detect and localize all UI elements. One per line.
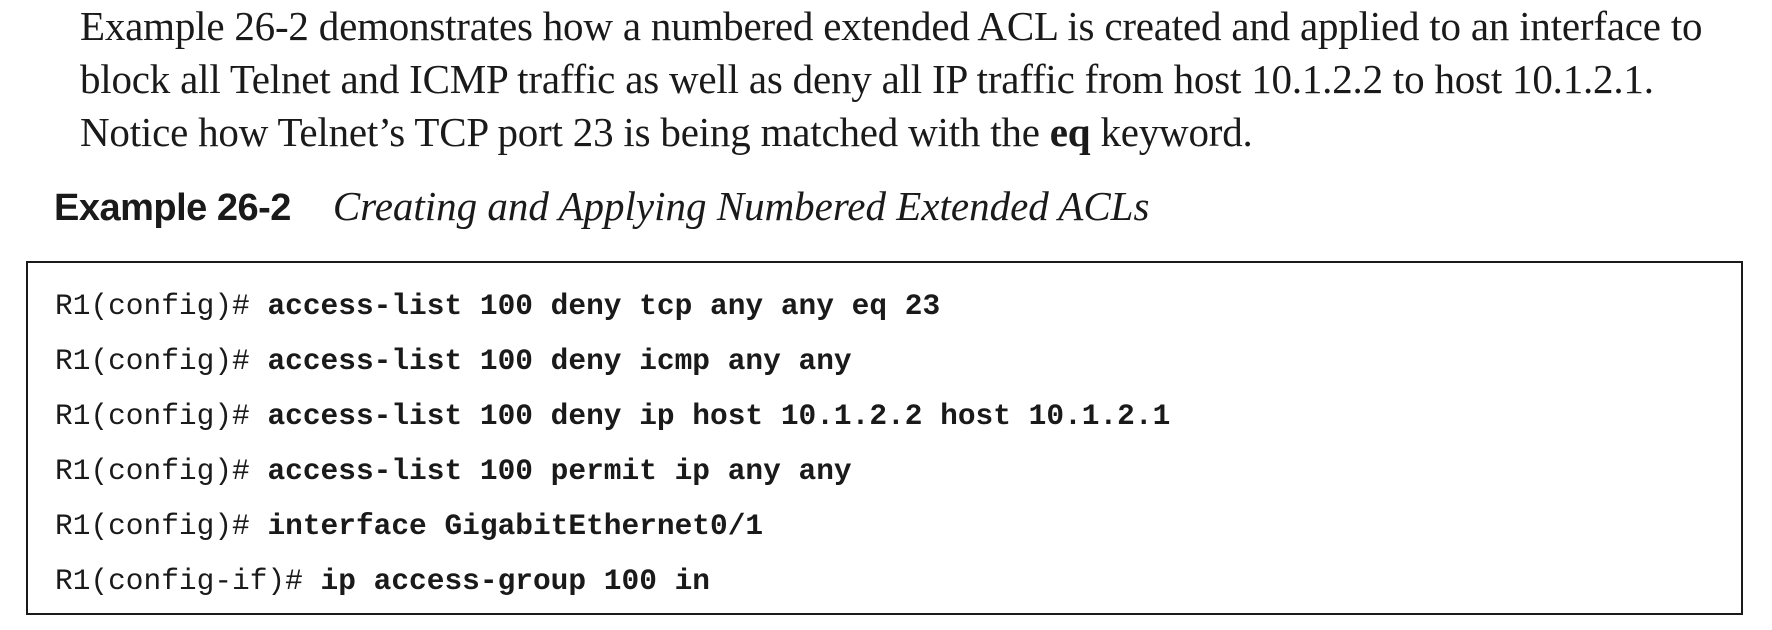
cli-command: access-list 100 deny icmp any any xyxy=(267,344,852,378)
code-line: R1(config)# access-list 100 permit ip an… xyxy=(55,444,1170,499)
cli-command: access-list 100 deny tcp any any eq 23 xyxy=(267,289,941,323)
cli-prompt: R1(config)# xyxy=(55,289,268,323)
code-block: R1(config)# access-list 100 deny tcp any… xyxy=(26,261,1743,615)
cli-prompt: R1(config)# xyxy=(55,454,268,488)
intro-text: Example 26-2 demonstrates how a numbered… xyxy=(80,3,1703,155)
intro-text-end: keyword. xyxy=(1090,109,1253,155)
cli-prompt: R1(config)# xyxy=(55,344,268,378)
example-title: Creating and Applying Numbered Extended … xyxy=(332,183,1150,229)
code-lines: R1(config)# access-list 100 deny tcp any… xyxy=(55,279,1170,609)
code-line: R1(config)# access-list 100 deny tcp any… xyxy=(55,279,1170,334)
intro-paragraph: Example 26-2 demonstrates how a numbered… xyxy=(80,0,1770,159)
cli-command: interface GigabitEthernet0/1 xyxy=(267,509,764,543)
code-line: R1(config)# access-list 100 deny ip host… xyxy=(55,389,1170,444)
cli-command: ip access-group 100 in xyxy=(320,564,711,598)
intro-keyword: eq xyxy=(1049,109,1091,155)
cli-command: access-list 100 permit ip any any xyxy=(267,454,852,488)
cli-prompt: R1(config)# xyxy=(55,399,268,433)
code-line: R1(config)# interface GigabitEthernet0/1 xyxy=(55,499,1170,554)
example-caption: Example 26-2 Creating and Applying Numbe… xyxy=(54,182,1149,232)
cli-prompt: R1(config)# xyxy=(55,509,268,543)
example-label: Example 26-2 xyxy=(54,187,291,229)
cli-command: access-list 100 deny ip host 10.1.2.2 ho… xyxy=(267,399,1171,433)
code-line: R1(config)# access-list 100 deny icmp an… xyxy=(55,334,1170,389)
cli-prompt: R1(config-if)# xyxy=(55,564,321,598)
code-line: R1(config-if)# ip access-group 100 in xyxy=(55,554,1170,609)
